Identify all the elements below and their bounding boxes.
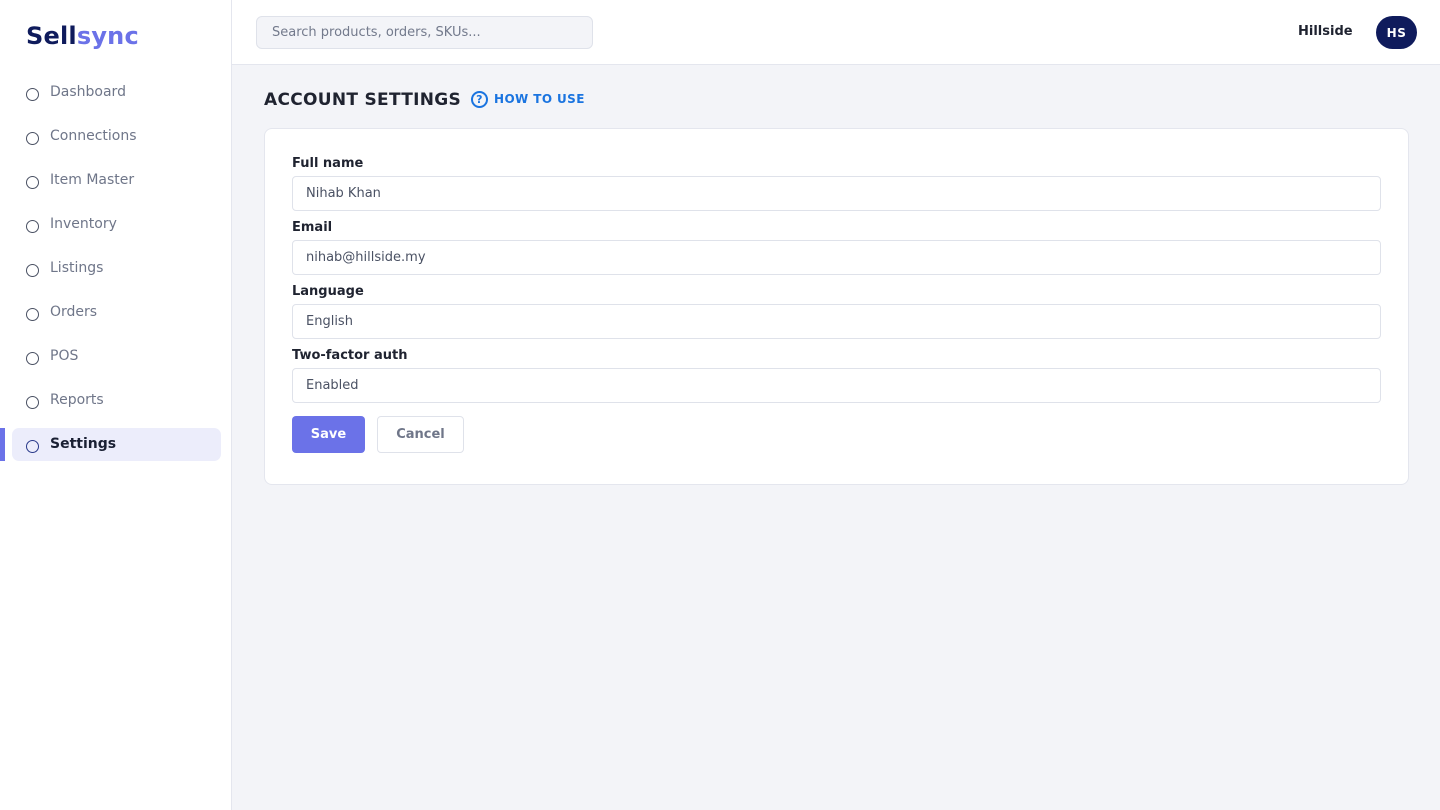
how-to-use-link[interactable]: ? HOW TO USE	[471, 90, 585, 108]
sidebar-item-settings[interactable]: Settings	[0, 428, 232, 461]
sidebar-item-label: Item Master	[50, 172, 135, 188]
circle-icon	[26, 88, 39, 101]
org-name[interactable]: Hillside	[1298, 24, 1353, 39]
email-label: Email	[292, 220, 333, 235]
active-indicator	[0, 428, 5, 461]
brand-logo[interactable]: Sellsync	[26, 22, 139, 50]
circle-icon	[26, 352, 39, 365]
sidebar-item-item-master[interactable]: Item Master	[0, 164, 232, 197]
sidebar-item-label: Reports	[50, 392, 104, 408]
language-label: Language	[292, 284, 364, 299]
sidebar-item-label: Connections	[50, 128, 137, 144]
sidebar-item-label: Orders	[50, 304, 98, 320]
sidebar-item-pos[interactable]: POS	[0, 340, 232, 373]
circle-icon	[26, 396, 39, 409]
circle-icon	[26, 308, 39, 321]
active-highlight	[12, 428, 221, 461]
help-circle-icon: ?	[471, 90, 488, 108]
sidebar-item-inventory[interactable]: Inventory	[0, 208, 232, 241]
circle-icon	[26, 440, 39, 453]
account-settings-card: Full name Email Language Two-factor auth…	[264, 128, 1409, 485]
sidebar-item-label: Listings	[50, 260, 104, 276]
two-factor-auth-field[interactable]	[292, 368, 1381, 403]
email-field[interactable]	[292, 240, 1381, 275]
page-title: ACCOUNT SETTINGS	[264, 90, 462, 110]
brand-logo-part2: sync	[76, 22, 139, 50]
language-field[interactable]	[292, 304, 1381, 339]
sidebar-item-connections[interactable]: Connections	[0, 120, 232, 153]
circle-icon	[26, 176, 39, 189]
full-name-field[interactable]	[292, 176, 1381, 211]
avatar[interactable]: HS	[1376, 16, 1417, 49]
circle-icon	[26, 132, 39, 145]
sidebar-nav: Dashboard Connections Item Master Invent…	[0, 76, 232, 472]
circle-icon	[26, 264, 39, 277]
search-input[interactable]	[256, 16, 593, 49]
sidebar-item-label: Settings	[50, 436, 117, 452]
brand-logo-part1: Sell	[26, 22, 77, 50]
topbar: Hillside HS	[232, 0, 1440, 65]
cancel-button[interactable]: Cancel	[377, 416, 464, 453]
two-factor-auth-label: Two-factor auth	[292, 348, 408, 363]
sidebar-item-label: POS	[50, 348, 79, 364]
sidebar-item-listings[interactable]: Listings	[0, 252, 232, 285]
sidebar-item-dashboard[interactable]: Dashboard	[0, 76, 232, 109]
sidebar: Sellsync Dashboard Connections Item Mast…	[0, 0, 232, 810]
how-to-use-label: HOW TO USE	[494, 92, 585, 106]
save-button[interactable]: Save	[292, 416, 365, 453]
circle-icon	[26, 220, 39, 233]
sidebar-item-label: Inventory	[50, 216, 117, 232]
sidebar-item-reports[interactable]: Reports	[0, 384, 232, 417]
sidebar-item-orders[interactable]: Orders	[0, 296, 232, 329]
sidebar-item-label: Dashboard	[50, 84, 126, 100]
full-name-label: Full name	[292, 156, 364, 171]
